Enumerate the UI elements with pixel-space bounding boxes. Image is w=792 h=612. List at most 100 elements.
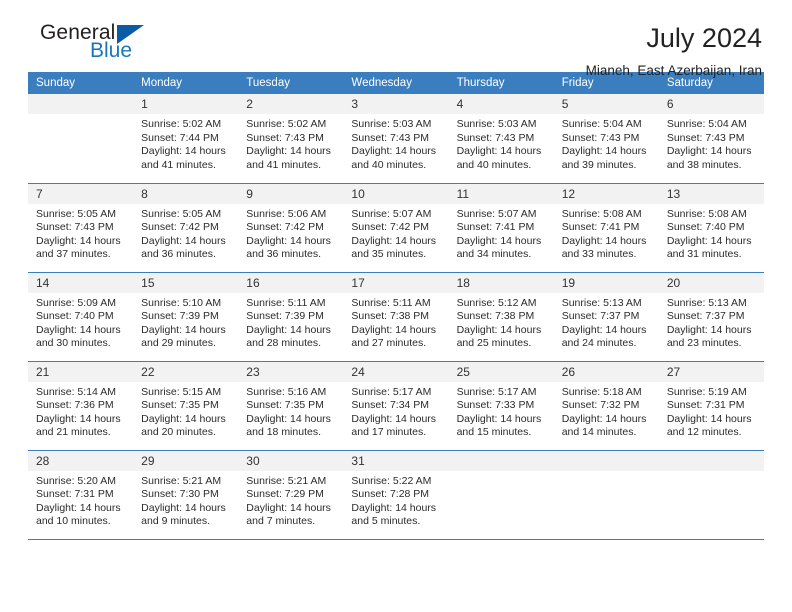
day-details: Sunrise: 5:08 AM Sunset: 7:41 PM Daylight:… — [554, 204, 659, 262]
day-number: 11 — [448, 183, 554, 204]
calendar-day-cell[interactable]: 11 Sunrise: 5:07 AM Sunset: 7:41 PM Dayligh… — [448, 183, 554, 273]
calendar-day-cell[interactable]: 4 Sunrise: 5:03 AM Sunset: 7:43 PM Daylight… — [448, 94, 554, 184]
calendar-day-cell[interactable]: 31 Sunrise: 5:22 AM Sunset: 7:28 PM Dayligh… — [343, 450, 449, 540]
sunrise-text: Sunrise: 5:21 AM — [141, 474, 222, 487]
calendar-day-cell[interactable]: 26 Sunrise: 5:18 AM Sunset: 7:32 PM Dayligh… — [553, 361, 659, 451]
day-number: 24 — [343, 361, 449, 382]
day-number: 31 — [343, 450, 449, 471]
calendar-day-cell[interactable]: 14 Sunrise: 5:09 AM Sunset: 7:40 PM Dayligh… — [28, 272, 134, 362]
sunrise-text: Sunrise: 5:07 AM — [351, 207, 432, 220]
calendar-day-cell[interactable]: 21 Sunrise: 5:14 AM Sunset: 7:36 PM Dayligh… — [28, 361, 134, 451]
calendar-grid: Sunday Monday Tuesday Wednesday Thursday… — [28, 72, 764, 540]
weekday-header-thursday: Thursday — [448, 72, 554, 94]
day-number — [448, 450, 554, 471]
day-details: Sunrise: 5:03 AM Sunset: 7:43 PM Daylight:… — [449, 114, 554, 172]
daylight-text: Daylight: 14 hours and 33 minutes. — [561, 234, 647, 261]
calendar-day-cell[interactable]: 22 Sunrise: 5:15 AM Sunset: 7:35 PM Dayligh… — [133, 361, 239, 451]
calendar-day-cell[interactable]: 12 Sunrise: 5:08 AM Sunset: 7:41 PM Dayligh… — [553, 183, 659, 273]
calendar-empty-cell — [658, 450, 764, 540]
day-number: 21 — [28, 361, 134, 382]
daylight-text: Daylight: 14 hours and 12 minutes. — [666, 412, 752, 439]
day-number: 8 — [133, 183, 239, 204]
calendar-day-cell[interactable]: 19 Sunrise: 5:13 AM Sunset: 7:37 PM Dayligh… — [553, 272, 659, 362]
calendar-day-cell[interactable]: 5 Sunrise: 5:04 AM Sunset: 7:43 PM Daylight… — [553, 94, 659, 184]
sunset-text: Sunset: 7:38 PM — [456, 310, 535, 323]
daylight-text: Daylight: 14 hours and 37 minutes. — [36, 234, 121, 261]
calendar-day-cell[interactable]: 23 Sunrise: 5:16 AM Sunset: 7:35 PM Dayligh… — [238, 361, 344, 451]
calendar-day-cell[interactable]: 27 Sunrise: 5:19 AM Sunset: 7:31 PM Dayligh… — [658, 361, 764, 451]
daylight-text: Daylight: 14 hours and 28 minutes. — [246, 323, 331, 350]
calendar-day-cell[interactable]: 17 Sunrise: 5:11 AM Sunset: 7:38 PM Dayligh… — [343, 272, 449, 362]
sunrise-text: Sunrise: 5:07 AM — [456, 207, 537, 220]
calendar-empty-cell — [28, 94, 134, 184]
calendar-day-cell[interactable]: 18 Sunrise: 5:12 AM Sunset: 7:38 PM Dayligh… — [448, 272, 554, 362]
calendar-day-cell[interactable]: 16 Sunrise: 5:11 AM Sunset: 7:39 PM Dayligh… — [238, 272, 344, 362]
calendar-day-cell[interactable]: 20 Sunrise: 5:13 AM Sunset: 7:37 PM Dayligh… — [658, 272, 764, 362]
calendar-empty-cell — [553, 450, 659, 540]
sunset-text: Sunset: 7:36 PM — [36, 399, 114, 412]
calendar-day-cell[interactable]: 15 Sunrise: 5:10 AM Sunset: 7:39 PM Dayligh… — [133, 272, 239, 362]
calendar-day-cell[interactable]: 25 Sunrise: 5:17 AM Sunset: 7:33 PM Dayligh… — [448, 361, 554, 451]
sunset-text: Sunset: 7:43 PM — [36, 221, 114, 234]
calendar-day-cell[interactable]: 6 Sunrise: 5:04 AM Sunset: 7:43 PM Daylight… — [658, 94, 764, 184]
day-number: 4 — [448, 94, 554, 114]
weekday-header-tuesday: Tuesday — [238, 72, 344, 94]
calendar-day-cell[interactable]: 7 Sunrise: 5:05 AM Sunset: 7:43 PM Daylight… — [28, 183, 134, 273]
calendar-day-cell[interactable]: 29 Sunrise: 5:21 AM Sunset: 7:30 PM Dayligh… — [133, 450, 239, 540]
weekday-header-monday: Monday — [133, 72, 239, 94]
calendar-day-cell[interactable]: 2 Sunrise: 5:02 AM Sunset: 7:43 PM Daylight… — [238, 94, 344, 184]
day-number: 6 — [658, 94, 764, 114]
daylight-text: Daylight: 14 hours and 25 minutes. — [456, 323, 542, 350]
calendar-day-cell[interactable]: 9 Sunrise: 5:06 AM Sunset: 7:42 PM Daylight… — [238, 183, 344, 273]
logo-text-blue: Blue — [90, 39, 133, 62]
calendar-day-cell[interactable]: 8 Sunrise: 5:05 AM Sunset: 7:42 PM Daylight… — [133, 183, 239, 273]
day-number: 1 — [133, 94, 239, 114]
day-number: 29 — [133, 450, 239, 471]
calendar-day-cell[interactable]: 30 Sunrise: 5:21 AM Sunset: 7:29 PM Dayligh… — [238, 450, 344, 540]
daylight-text: Daylight: 14 hours and 38 minutes. — [666, 145, 752, 171]
calendar-day-cell[interactable]: 24 Sunrise: 5:17 AM Sunset: 7:34 PM Dayligh… — [343, 361, 449, 451]
logo[interactable]: General Blue — [28, 22, 148, 72]
sunset-text: Sunset: 7:28 PM — [351, 488, 430, 501]
day-number: 9 — [238, 183, 344, 204]
day-number: 14 — [28, 272, 134, 293]
daylight-text: Daylight: 14 hours and 14 minutes. — [561, 412, 647, 439]
day-details: Sunrise: 5:14 AM Sunset: 7:36 PM Daylight:… — [28, 382, 133, 440]
calendar-day-cell[interactable]: 3 Sunrise: 5:03 AM Sunset: 7:43 PM Daylight… — [343, 94, 449, 184]
calendar-day-cell[interactable]: 10 Sunrise: 5:07 AM Sunset: 7:42 PM Dayligh… — [343, 183, 449, 273]
daylight-text: Daylight: 14 hours and 17 minutes. — [351, 412, 437, 439]
sunrise-text: Sunrise: 5:13 AM — [561, 296, 642, 309]
sunset-text: Sunset: 7:43 PM — [666, 131, 745, 144]
day-number: 30 — [238, 450, 344, 471]
daylight-text: Daylight: 14 hours and 36 minutes. — [141, 234, 226, 261]
sunset-text: Sunset: 7:29 PM — [246, 488, 324, 501]
day-number: 15 — [133, 272, 239, 293]
calendar-day-cell[interactable]: 13 Sunrise: 5:08 AM Sunset: 7:40 PM Dayligh… — [658, 183, 764, 273]
calendar-day-cell[interactable]: 28 Sunrise: 5:20 AM Sunset: 7:31 PM Dayligh… — [28, 450, 134, 540]
daylight-text: Daylight: 14 hours and 24 minutes. — [561, 323, 647, 350]
sunset-text: Sunset: 7:32 PM — [561, 399, 640, 412]
calendar-day-cell[interactable]: 1 Sunrise: 5:02 AM Sunset: 7:44 PM Daylight… — [133, 94, 239, 184]
day-details: Sunrise: 5:17 AM Sunset: 7:34 PM Daylight:… — [343, 382, 448, 440]
daylight-text: Daylight: 14 hours and 39 minutes. — [561, 145, 647, 171]
daylight-text: Daylight: 14 hours and 41 minutes. — [246, 145, 331, 171]
calendar-page: General Blue July 2024 Mianeh, East Azer… — [0, 0, 792, 612]
day-details: Sunrise: 5:12 AM Sunset: 7:38 PM Daylight:… — [449, 293, 554, 351]
sunset-text: Sunset: 7:40 PM — [36, 310, 114, 323]
weekday-header-wednesday: Wednesday — [343, 72, 449, 94]
daylight-text: Daylight: 14 hours and 5 minutes. — [351, 501, 437, 528]
sunrise-text: Sunrise: 5:03 AM — [456, 118, 537, 130]
sunset-text: Sunset: 7:31 PM — [666, 399, 745, 412]
day-details: Sunrise: 5:11 AM Sunset: 7:39 PM Daylight:… — [238, 293, 343, 351]
sunset-text: Sunset: 7:41 PM — [561, 221, 640, 234]
day-number: 2 — [238, 94, 344, 114]
sunset-text: Sunset: 7:39 PM — [141, 310, 219, 323]
day-details: Sunrise: 5:05 AM Sunset: 7:43 PM Daylight:… — [28, 204, 133, 262]
day-number: 20 — [658, 272, 764, 293]
sunset-text: Sunset: 7:33 PM — [456, 399, 535, 412]
day-details: Sunrise: 5:08 AM Sunset: 7:40 PM Daylight:… — [659, 204, 764, 262]
sunrise-text: Sunrise: 5:05 AM — [36, 207, 116, 220]
sunset-text: Sunset: 7:42 PM — [246, 221, 324, 234]
day-details: Sunrise: 5:17 AM Sunset: 7:33 PM Daylight:… — [449, 382, 554, 440]
day-number: 10 — [343, 183, 449, 204]
